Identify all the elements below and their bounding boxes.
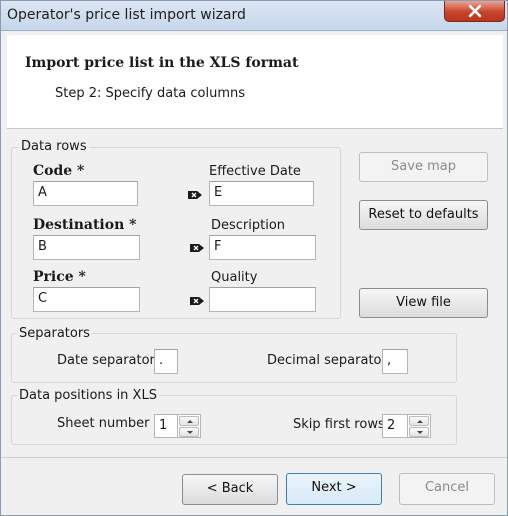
decimal-separator-label: Decimal separator xyxy=(267,353,387,368)
chevron-down-icon xyxy=(417,431,423,434)
next-button[interactable]: Next > xyxy=(286,473,382,505)
header-title: Import price list in the XLS format xyxy=(25,55,299,71)
skip-rows-field[interactable]: 2 xyxy=(382,414,408,438)
destination-label: Destination * xyxy=(33,217,137,233)
separators-label: Separators xyxy=(17,326,92,341)
close-icon xyxy=(468,4,481,18)
positions-label: Data positions in XLS xyxy=(17,388,159,403)
stepper-up-button[interactable] xyxy=(409,416,429,426)
window-title: Operator's price list import wizard xyxy=(7,7,246,23)
view-file-button[interactable]: View file xyxy=(359,288,488,318)
date-separator-label: Date separator xyxy=(57,353,155,368)
effective-date-label: Effective Date xyxy=(209,164,301,179)
cancel-button[interactable]: Cancel xyxy=(399,473,495,505)
date-separator-field[interactable]: . xyxy=(154,349,178,374)
chevron-up-icon xyxy=(417,420,423,423)
clear-mapping-icon[interactable] xyxy=(187,189,203,201)
clear-mapping-icon[interactable] xyxy=(189,242,205,254)
skip-rows-stepper[interactable] xyxy=(407,414,431,438)
quality-field[interactable] xyxy=(209,287,316,312)
code-field[interactable]: A xyxy=(33,181,138,206)
stepper-down-button[interactable] xyxy=(179,427,199,437)
data-rows-label: Data rows xyxy=(19,139,89,154)
title-bar: Operator's price list import wizard xyxy=(1,1,507,31)
reset-defaults-button[interactable]: Reset to defaults xyxy=(359,200,488,230)
code-label: Code * xyxy=(33,163,85,179)
header-step: Step 2: Specify data columns xyxy=(55,86,245,101)
sheet-number-field[interactable]: 1 xyxy=(154,414,178,438)
stepper-up-button[interactable] xyxy=(179,416,199,426)
clear-mapping-icon[interactable] xyxy=(189,295,205,307)
description-label: Description xyxy=(211,218,286,233)
price-label: Price * xyxy=(33,269,86,285)
back-button[interactable]: < Back xyxy=(182,474,278,505)
sheet-number-label: Sheet number xyxy=(57,416,150,431)
footer-divider xyxy=(1,457,507,458)
effective-date-field[interactable]: E xyxy=(209,181,314,206)
price-field[interactable]: C xyxy=(33,287,140,312)
decimal-separator-field[interactable]: , xyxy=(382,349,408,374)
description-field[interactable]: F xyxy=(209,235,316,260)
wizard-header: Import price list in the XLS format Step… xyxy=(7,35,503,129)
destination-field[interactable]: B xyxy=(33,235,140,260)
sheet-number-stepper[interactable] xyxy=(177,414,201,438)
save-map-button[interactable]: Save map xyxy=(359,152,488,182)
chevron-down-icon xyxy=(187,431,193,434)
skip-rows-label: Skip first rows xyxy=(293,417,385,432)
close-button[interactable] xyxy=(444,1,505,22)
quality-label: Quality xyxy=(211,270,258,285)
chevron-up-icon xyxy=(187,420,193,423)
stepper-down-button[interactable] xyxy=(409,427,429,437)
wizard-window: Operator's price list import wizard Impo… xyxy=(0,0,508,516)
